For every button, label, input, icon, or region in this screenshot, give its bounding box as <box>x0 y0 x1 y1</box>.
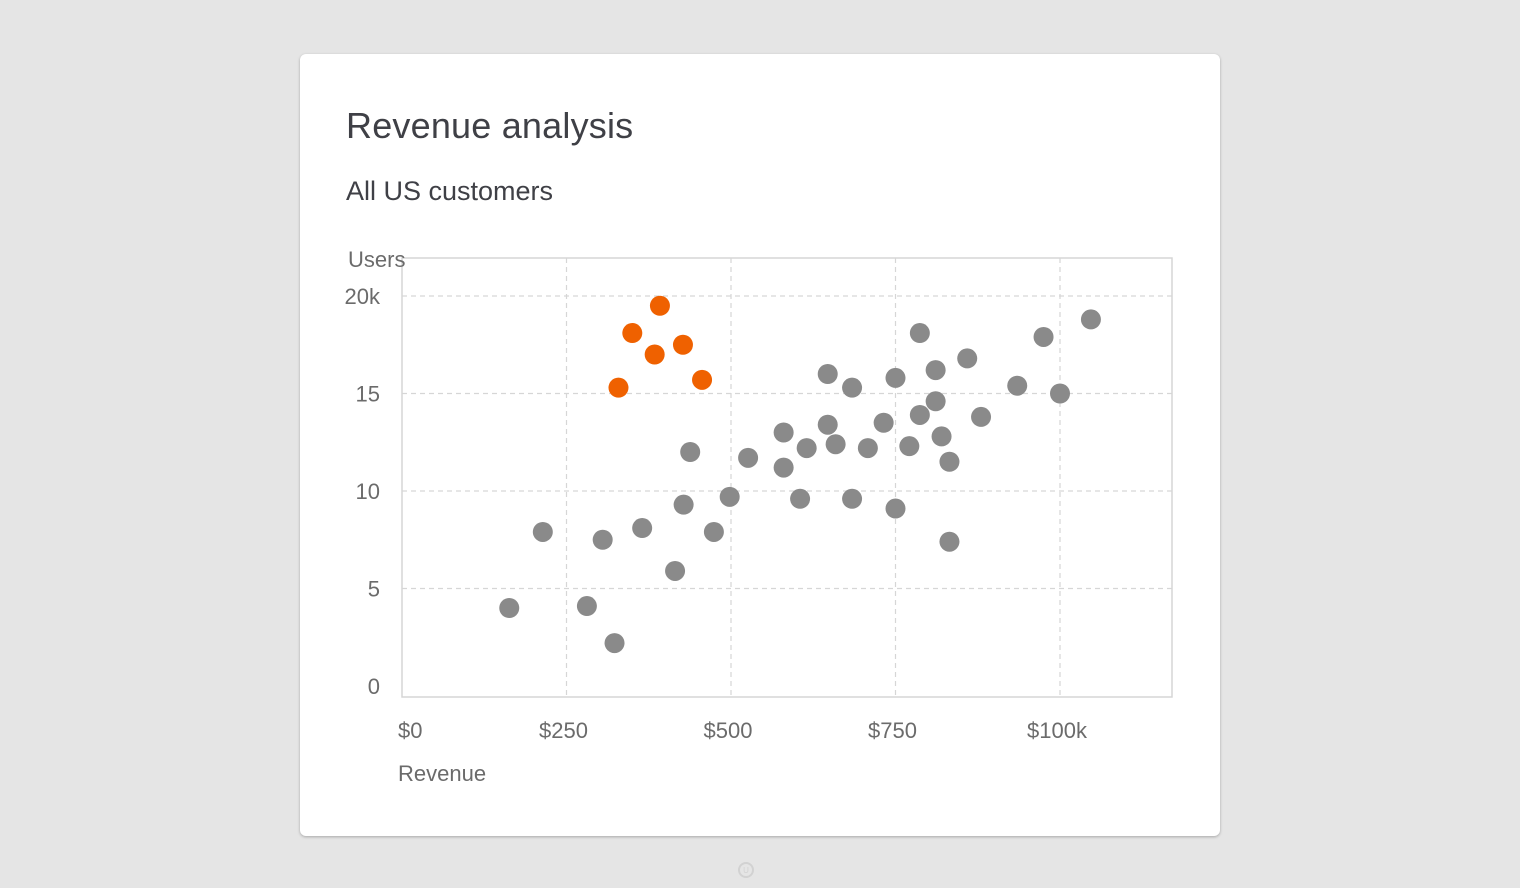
data-point <box>1007 375 1028 396</box>
highlighted-data-point <box>672 334 693 355</box>
data-point <box>790 488 811 509</box>
data-point <box>738 447 759 468</box>
x-tick-label: $100k <box>1027 718 1088 743</box>
highlighted-data-point <box>608 377 629 398</box>
data-point <box>592 529 613 550</box>
scatter-chart: 0 5 10 15 20k $0 $250 $500 $750 $100k Users Reve… <box>345 247 1173 786</box>
data-point <box>665 560 686 581</box>
data-point <box>885 367 906 388</box>
y-tick-label: 5 <box>368 577 380 602</box>
data-point <box>931 426 952 447</box>
data-point <box>885 498 906 519</box>
data-point <box>773 422 794 443</box>
data-point <box>703 521 724 542</box>
data-point <box>532 521 553 542</box>
data-point <box>817 364 838 384</box>
y-tick-label: 20k <box>345 284 381 309</box>
y-tick-label: 10 <box>356 479 380 504</box>
data-point <box>1080 309 1101 330</box>
grid-layer <box>402 258 1172 697</box>
y-tick-label: 15 <box>356 382 380 407</box>
watermark: U <box>738 862 754 878</box>
x-tick-label: $0 <box>398 718 422 743</box>
data-point <box>817 414 838 435</box>
data-point <box>680 442 701 462</box>
data-point <box>939 531 960 552</box>
data-point <box>899 436 920 457</box>
data-points <box>499 295 1101 654</box>
chart-card: Revenue analysis All US customers 0 5 10 15… <box>300 54 1220 836</box>
x-axis-title: Revenue <box>398 761 486 786</box>
data-point <box>957 348 978 369</box>
y-tick-label: 0 <box>368 674 380 699</box>
data-point <box>857 438 878 459</box>
data-point <box>796 438 817 459</box>
data-point <box>842 377 863 398</box>
data-point <box>1033 326 1054 347</box>
data-point <box>499 598 520 618</box>
data-point <box>825 434 846 455</box>
x-tick-label: $250 <box>539 718 588 743</box>
data-point <box>971 406 992 427</box>
data-point <box>909 323 930 344</box>
data-point <box>673 494 694 515</box>
data-point <box>773 457 794 478</box>
data-point <box>1050 383 1070 404</box>
x-tick-labels: $0 $250 $500 $750 $100k <box>398 718 1088 743</box>
data-point <box>842 488 863 509</box>
data-point <box>604 633 625 654</box>
data-point <box>719 486 740 507</box>
data-point <box>576 596 597 617</box>
x-tick-label: $500 <box>704 718 753 743</box>
data-point <box>873 412 894 433</box>
highlighted-data-point <box>644 344 665 365</box>
highlighted-data-point <box>622 323 643 344</box>
y-axis-title: Users <box>348 247 405 272</box>
data-point <box>909 404 930 425</box>
data-point <box>925 360 946 381</box>
data-point <box>632 518 653 539</box>
data-point <box>939 451 960 472</box>
plot-frame <box>401 257 1173 698</box>
data-point <box>925 391 946 412</box>
ui-logo-icon: U <box>738 862 754 878</box>
x-tick-label: $750 <box>868 718 917 743</box>
highlighted-data-point <box>692 369 713 390</box>
y-tick-labels: 0 5 10 15 20k <box>345 284 381 699</box>
highlighted-data-point <box>649 295 670 316</box>
